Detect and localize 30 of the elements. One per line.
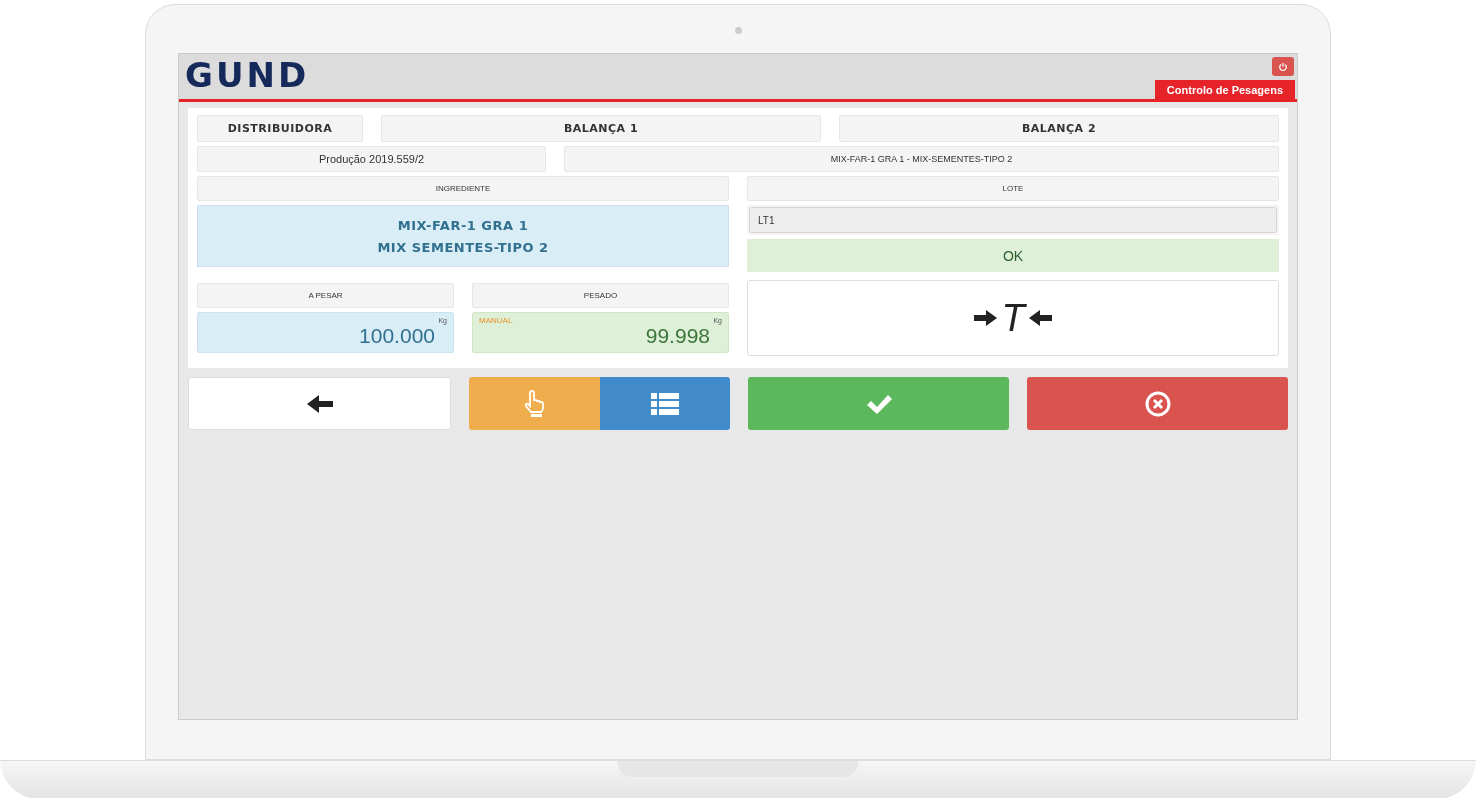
header-cell: DISTRIBUIDORA: [197, 115, 363, 142]
arrow-left-icon: [305, 393, 334, 414]
recipe-cell: MIX-FAR-1 GRA 1 - MIX-SEMENTES-TIPO 2: [564, 146, 1279, 172]
to-weigh-label: A PESAR: [197, 283, 454, 308]
cancel-button[interactable]: [1027, 377, 1288, 430]
ingredient-name: MIX-FAR-1 GRA 1: [397, 217, 529, 233]
production-cell: Produção 2019.559/2: [197, 146, 546, 172]
ingredient-label: INGREDIENTE: [197, 176, 729, 201]
weighed-label: PESADO: [472, 283, 729, 308]
back-button[interactable]: [188, 377, 451, 430]
hand-icon: [523, 389, 546, 418]
header-cell: BALANÇA 2: [839, 115, 1279, 142]
section-tab[interactable]: Controlo de Pesagens: [1154, 80, 1295, 99]
lot-field[interactable]: LT1: [749, 207, 1277, 233]
list-icon: [650, 391, 679, 416]
cancel-circle-icon: [1143, 389, 1172, 418]
power-icon: [1278, 61, 1288, 72]
mode-label: MANUAL: [479, 316, 513, 325]
ingredient-name: MIX SEMENTES-TIPO 2: [377, 239, 549, 255]
power-button[interactable]: [1272, 57, 1294, 76]
list-button[interactable]: [599, 377, 730, 430]
lot-label: LOTE: [747, 176, 1279, 201]
lot-status: OK: [747, 239, 1279, 272]
camera-dot: [735, 27, 742, 34]
weighed-value: 99.998: [645, 324, 710, 348]
to-weigh-value: 100.000: [359, 324, 435, 348]
tare-button[interactable]: T: [747, 280, 1279, 356]
manual-button[interactable]: [469, 377, 600, 430]
header-cell: BALANÇA 1: [381, 115, 821, 142]
brand-logo: GUND: [184, 54, 310, 97]
